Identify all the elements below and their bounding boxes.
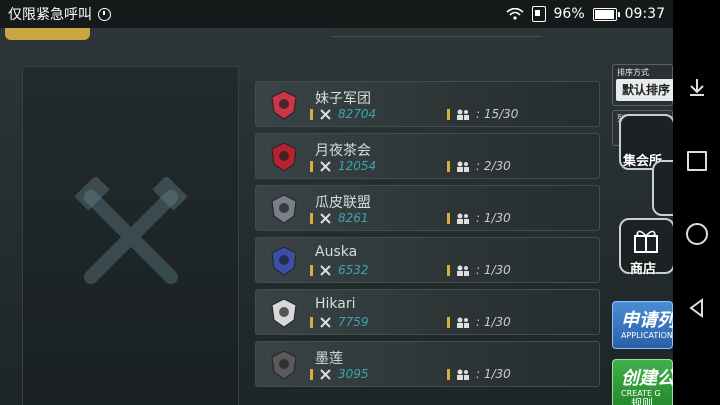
alarm-icon <box>98 7 111 21</box>
profile-button[interactable] <box>652 160 673 216</box>
club-score: 3095 <box>338 367 369 381</box>
status-bar: 仅限紧急呼叫 96% 09:37 <box>0 0 673 28</box>
gift-icon <box>634 230 658 253</box>
game-view: 妹子军团 82704 : 15/30 月夜茶会 12054 : 2/30 瓜皮联… <box>0 28 673 405</box>
club-members: : 1/30 <box>476 315 511 329</box>
search-field[interactable] <box>332 28 542 37</box>
members-icon <box>457 161 469 172</box>
crossed-tools-icon <box>320 317 331 328</box>
navigation-bar <box>673 0 720 405</box>
club-emblem-icon <box>271 142 297 172</box>
club-name: 墨莲 <box>315 351 343 367</box>
hide-nav-button[interactable] <box>686 76 708 98</box>
club-name: Auska <box>315 244 358 260</box>
accent-bar <box>447 109 450 120</box>
accent-bar <box>447 161 450 172</box>
club-name: 瓜皮联盟 <box>315 195 371 211</box>
accent-bar <box>310 317 313 328</box>
recents-button[interactable] <box>686 150 708 172</box>
club-members: : 2/30 <box>476 159 511 173</box>
club-name: 妹子军团 <box>315 91 371 107</box>
circle-icon <box>685 223 708 246</box>
club-emblem-icon <box>271 350 297 380</box>
battery-icon <box>592 7 620 21</box>
back-tab[interactable] <box>5 28 90 40</box>
arrow-down-icon <box>689 78 704 96</box>
club-members-count: 1/30 <box>483 211 511 225</box>
club-name: Hikari <box>315 296 356 312</box>
crossed-tools-emblem-icon <box>74 177 188 284</box>
wifi-icon <box>505 8 524 20</box>
club-row[interactable]: 妹子军团 82704 : 15/30 <box>255 81 600 127</box>
accent-bar <box>447 369 450 380</box>
club-emblem-icon <box>271 298 297 328</box>
back-triangle-icon <box>688 298 703 319</box>
club-emblem-icon <box>271 246 297 276</box>
club-members-count: 1/30 <box>483 315 511 329</box>
home-button[interactable] <box>685 223 708 246</box>
battery-percent: 96% <box>553 6 585 22</box>
accent-bar <box>447 213 450 224</box>
members-icon <box>457 109 469 120</box>
club-members-count: 1/30 <box>483 263 511 277</box>
club-name: 月夜茶会 <box>315 143 371 159</box>
crossed-tools-icon <box>320 369 331 380</box>
shop-label: 商店 <box>630 262 657 277</box>
rules-text: 规则 <box>631 397 653 405</box>
club-detail-panel <box>22 66 239 405</box>
club-score: 7759 <box>338 315 369 329</box>
accent-bar <box>310 213 313 224</box>
apply-sublabel: APPLICATION <box>621 331 673 340</box>
club-row[interactable]: 瓜皮联盟 8261 : 1/30 <box>255 185 600 231</box>
club-score: 82704 <box>338 107 377 121</box>
carrier-text: 仅限紧急呼叫 <box>8 7 92 23</box>
club-members-count: 1/30 <box>483 367 511 381</box>
accent-bar <box>310 265 313 276</box>
accent-bar <box>447 317 450 328</box>
accent-bar <box>310 161 313 172</box>
crossed-tools-icon <box>320 161 331 172</box>
club-members-count: 2/30 <box>483 159 511 173</box>
members-icon <box>457 213 469 224</box>
club-row[interactable]: 墨莲 3095 : 1/30 <box>255 341 600 387</box>
club-members: : 1/30 <box>476 211 511 225</box>
club-row[interactable]: 月夜茶会 12054 : 2/30 <box>255 133 600 179</box>
club-members: : 15/30 <box>476 107 519 121</box>
club-members-count: 15/30 <box>483 107 519 121</box>
accent-bar <box>310 109 313 120</box>
crossed-tools-icon <box>320 109 331 120</box>
members-icon <box>457 369 469 380</box>
club-row[interactable]: Hikari 7759 : 1/30 <box>255 289 600 335</box>
crossed-tools-icon <box>320 265 331 276</box>
clock: 09:37 <box>624 6 665 22</box>
apply-label: 申请列 <box>621 310 673 331</box>
apply-button[interactable]: 申请列 APPLICATION <box>612 301 673 349</box>
club-list: 妹子军团 82704 : 15/30 月夜茶会 12054 : 2/30 瓜皮联… <box>255 81 600 393</box>
crossed-tools-icon <box>320 213 331 224</box>
accent-bar <box>447 265 450 276</box>
club-score: 6532 <box>338 263 369 277</box>
club-emblem-icon <box>271 90 297 120</box>
create-label: 创建公 <box>621 368 673 389</box>
members-icon <box>457 317 469 328</box>
club-members: : 1/30 <box>476 263 511 277</box>
back-button[interactable] <box>686 297 708 319</box>
sort-value[interactable]: 默认排序 <box>616 79 673 101</box>
club-score: 8261 <box>338 211 369 225</box>
club-emblem-icon <box>271 194 297 224</box>
sim-icon <box>531 6 546 22</box>
accent-bar <box>310 369 313 380</box>
members-icon <box>457 265 469 276</box>
club-members: : 1/30 <box>476 367 511 381</box>
sort-title: 排序方式 <box>617 68 649 77</box>
square-icon <box>686 150 707 171</box>
club-row[interactable]: Auska 6532 : 1/30 <box>255 237 600 283</box>
club-score: 12054 <box>338 159 377 173</box>
sort-dropdown[interactable]: 排序方式 默认排序 <box>612 64 673 106</box>
